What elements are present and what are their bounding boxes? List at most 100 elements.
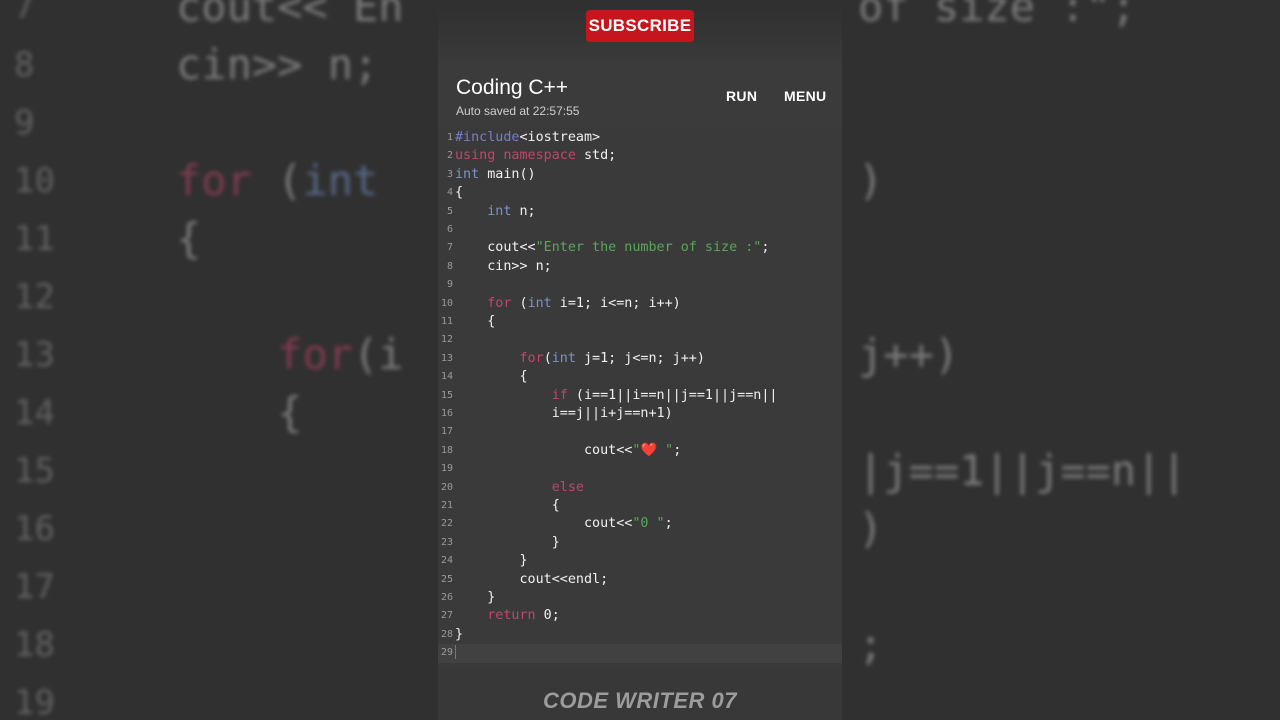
code-text: using namespace std; — [455, 148, 617, 164]
code-line[interactable]: 16 i==j||i+j==n+1) — [438, 405, 842, 423]
line-number: 14 — [440, 371, 453, 383]
background-code-right: j++) — [858, 330, 960, 379]
background-line-number: 9 — [14, 103, 35, 143]
line-number: 18 — [440, 444, 453, 456]
background-code-right: ) — [858, 156, 884, 205]
line-number: 24 — [440, 555, 453, 567]
code-line[interactable]: 11 { — [438, 313, 842, 331]
background-line-number: 15 — [14, 451, 55, 491]
background-code-left: { — [176, 214, 202, 263]
line-number: 12 — [440, 334, 453, 346]
code-text: int n; — [487, 203, 536, 219]
line-number: 20 — [440, 481, 453, 493]
code-line[interactable]: 28} — [438, 626, 842, 644]
code-line[interactable]: 25 cout<<endl; — [438, 571, 842, 589]
line-number: 17 — [440, 426, 453, 438]
code-text: { — [455, 314, 496, 329]
code-text: #include<iostream> — [455, 130, 601, 145]
code-text: i==j||i+j==n+1) — [455, 406, 673, 421]
line-number: 25 — [440, 573, 453, 585]
code-line[interactable]: 12 — [438, 331, 842, 349]
background-code-left: for (int — [176, 156, 379, 205]
code-text: cout<<"0 "; — [455, 516, 673, 532]
line-number: 7 — [446, 242, 453, 254]
line-number: 28 — [440, 628, 453, 640]
background-code-right: ; — [858, 620, 884, 669]
code-line[interactable]: 18 cout<<"❤️ "; — [438, 442, 842, 460]
code-line[interactable]: 5 int n; — [438, 203, 842, 221]
code-line[interactable]: 9 — [438, 276, 842, 294]
code-line[interactable]: 10 for (int i=1; i<=n; i++) — [438, 295, 842, 313]
code-line[interactable]: 26 } — [438, 589, 842, 607]
code-line[interactable]: 15 if (i==1||i==n||j==1||j==n|| — [438, 387, 842, 405]
phone-screen: SUBSCRIBE Coding C++ Auto saved at 22:57… — [438, 0, 842, 720]
code-line[interactable]: 29 — [438, 644, 842, 663]
code-text: else — [551, 479, 584, 495]
code-text: } — [455, 553, 528, 569]
code-text: } — [455, 590, 496, 605]
code-text: cout<<"❤️ "; — [455, 442, 682, 458]
code-line[interactable]: 20 else — [438, 479, 842, 497]
background-line-number: 19 — [14, 683, 55, 720]
line-number: 19 — [440, 463, 453, 475]
code-line[interactable]: 13 for(int j=1; j<=n; j++) — [438, 350, 842, 368]
code-text — [455, 644, 456, 662]
code-line[interactable]: 27 return 0; — [438, 607, 842, 625]
code-text: cin>> n; — [455, 258, 552, 274]
code-line[interactable]: 7 cout<<"Enter the number of size :"; — [438, 239, 842, 257]
code-line[interactable]: 1 #include<iostream> — [438, 129, 842, 147]
run-button[interactable]: RUN — [726, 88, 757, 104]
line-number: 26 — [440, 592, 453, 603]
line-number: 10 — [440, 297, 453, 309]
background-line-number: 11 — [14, 219, 55, 259]
code-line[interactable]: 22 cout<<"0 "; — [438, 515, 842, 533]
subscribe-button[interactable]: SUBSCRIBE — [586, 10, 694, 42]
app-bar: Coding C++ Auto saved at 22:57:55 RUN ME… — [438, 62, 842, 128]
line-number: 22 — [440, 518, 453, 530]
line-number: 6 — [446, 224, 453, 235]
line-number: 11 — [440, 316, 453, 327]
code-text: } — [455, 626, 464, 642]
code-line[interactable]: 23 } — [438, 534, 842, 552]
background-line-number: 13 — [14, 335, 55, 375]
code-line[interactable]: 2 using namespace std; — [438, 147, 842, 165]
code-line[interactable]: 6 — [438, 221, 842, 239]
background-line-number: 16 — [14, 509, 55, 549]
code-text: if (i==1||i==n||j==1||j==n|| — [551, 387, 778, 403]
background-line-number: 12 — [14, 277, 55, 317]
line-number: 16 — [440, 408, 453, 419]
line-number: 13 — [440, 352, 453, 364]
background-code-right: ) — [858, 504, 884, 553]
code-line[interactable]: 4{ — [438, 184, 842, 202]
line-number: 27 — [440, 610, 453, 622]
background-line-number: 14 — [14, 393, 55, 433]
code-line[interactable]: 19 — [438, 460, 842, 478]
code-line[interactable]: 8 cin>> n; — [438, 258, 842, 276]
code-text: } — [455, 534, 560, 550]
autosave-status: Auto saved at 22:57:55 — [456, 104, 580, 118]
code-line[interactable]: 3 int main() — [438, 166, 842, 184]
text-cursor — [455, 645, 456, 660]
code-line[interactable]: 21 { — [438, 497, 842, 515]
background-line-number: 7 — [14, 0, 35, 27]
code-line[interactable]: 17 — [438, 423, 842, 441]
code-line[interactable]: 14 { — [438, 368, 842, 386]
code-text: cout<<"Enter the number of size :"; — [455, 240, 770, 256]
line-number: 4 — [446, 187, 453, 199]
code-text: { — [455, 498, 560, 513]
line-number: 3 — [446, 168, 453, 180]
line-number: 5 — [446, 205, 453, 217]
background-code-right: of size :"; — [858, 0, 1137, 31]
app-title: Coding C++ — [456, 76, 569, 99]
line-number: 21 — [440, 500, 453, 511]
code-text: for(int j=1; j<=n; j++) — [519, 350, 705, 366]
background-code-left: for(i — [277, 330, 404, 379]
background-line-number: 8 — [14, 45, 35, 85]
menu-button[interactable]: MENU — [784, 88, 826, 104]
code-editor[interactable]: 1 #include<iostream> 2 using namespace std;… — [438, 128, 842, 668]
line-number: 23 — [440, 536, 453, 548]
line-number: 2 — [446, 150, 453, 162]
video-top-bar: SUBSCRIBE — [438, 0, 842, 62]
code-text: return 0; — [487, 608, 560, 624]
code-line[interactable]: 24 } — [438, 552, 842, 570]
